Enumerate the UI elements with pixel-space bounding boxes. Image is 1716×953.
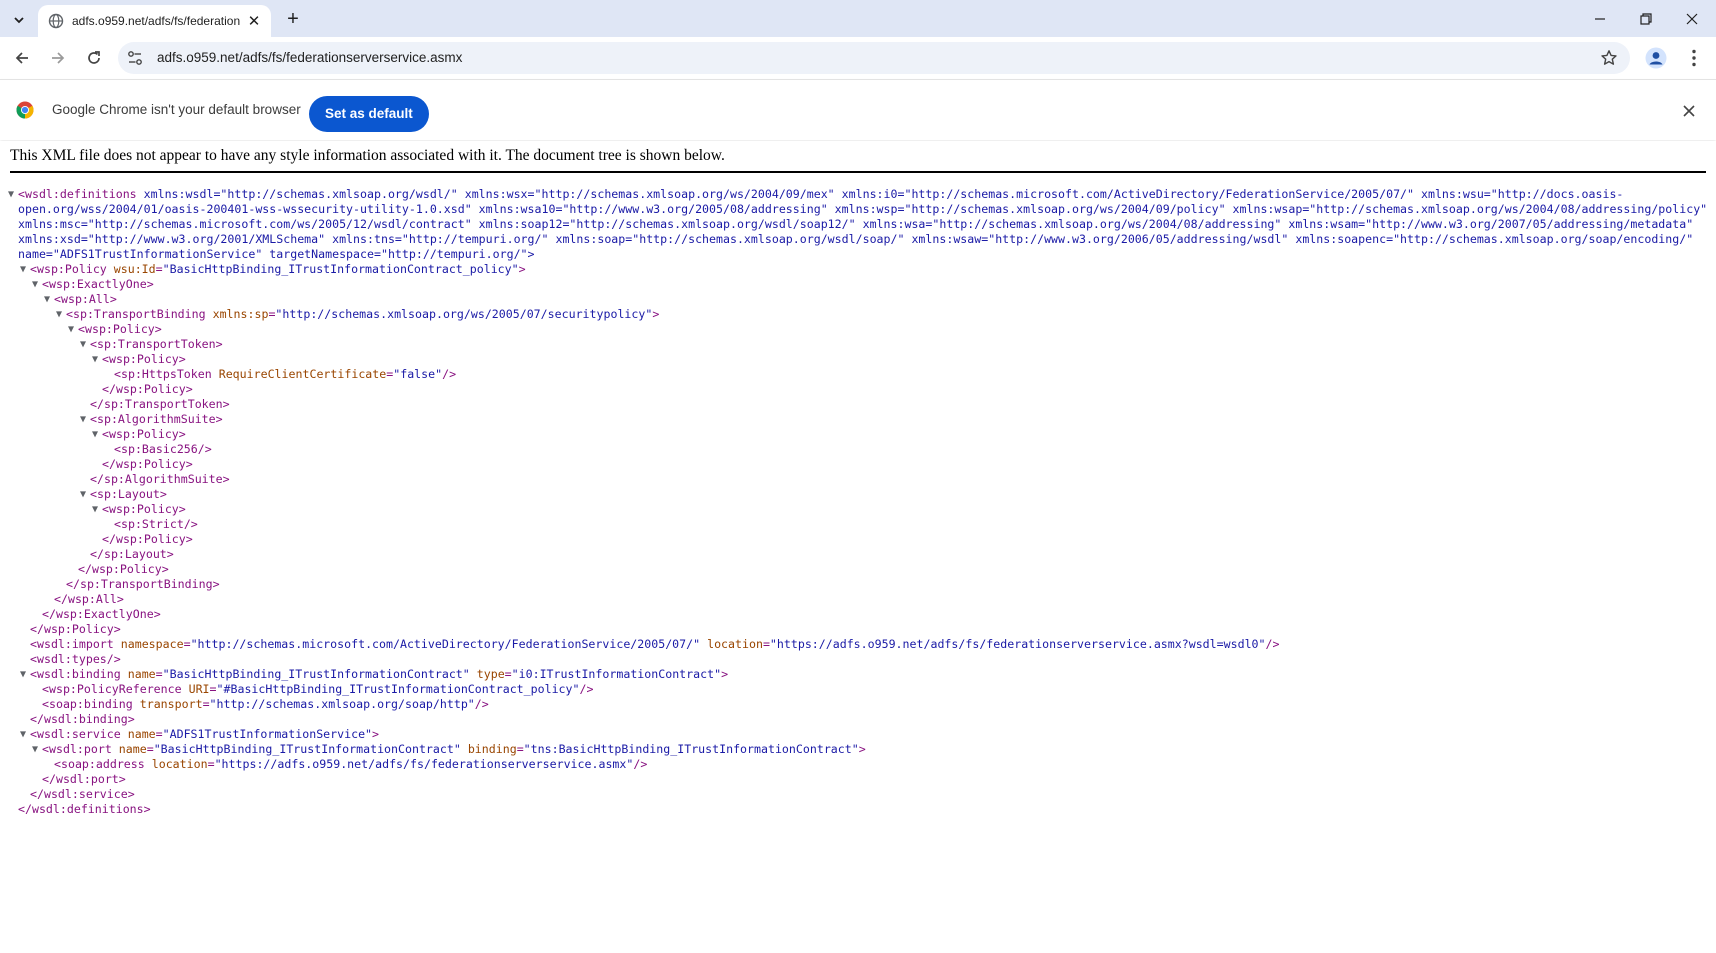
xml-line: <sp:Strict/> <box>114 517 198 531</box>
reload-icon[interactable] <box>79 43 109 73</box>
back-arrow-icon[interactable] <box>7 43 37 73</box>
xml-line: <wsdl:types/> <box>30 652 121 666</box>
xml-line: <sp:HttpsToken RequireClientCertificate=… <box>114 367 457 381</box>
collapse-triangle-icon[interactable]: ▼ <box>32 742 38 757</box>
xml-line: </sp:TransportToken> <box>90 397 230 411</box>
url-text[interactable]: adfs.o959.net/adfs/fs/federationserverse… <box>157 50 462 66</box>
collapse-triangle-icon[interactable]: ▼ <box>44 292 50 307</box>
collapse-triangle-icon[interactable]: ▼ <box>20 667 26 682</box>
globe-icon <box>48 13 64 29</box>
xml-line: </wsdl:binding> <box>30 712 135 726</box>
page-content: This XML file does not appear to have an… <box>0 141 1716 953</box>
xml-line: ▼ <wsp:Policy> <box>68 322 162 337</box>
xml-line: ▼ <wsp:Policy> <box>92 427 186 442</box>
xml-line: </wsp:Policy> <box>30 622 121 636</box>
xml-line: </wsdl:service> <box>30 787 135 801</box>
collapse-triangle-icon[interactable]: ▼ <box>92 502 98 517</box>
collapse-triangle-icon[interactable]: ▼ <box>8 187 14 202</box>
collapse-triangle-icon[interactable]: ▼ <box>32 277 38 292</box>
xml-tag: <wsdl:definitions <box>18 187 144 201</box>
xml-line: </wsp:Policy> <box>78 562 169 576</box>
collapse-triangle-icon[interactable]: ▼ <box>80 412 86 427</box>
xml-line: ▼ <wsdl:port name="BasicHttpBinding_ITrus… <box>32 742 866 757</box>
xml-line: </wsdl:definitions> <box>18 802 151 816</box>
collapse-triangle-icon[interactable]: ▼ <box>80 487 86 502</box>
collapse-triangle-icon[interactable]: ▼ <box>56 307 62 322</box>
xml-style-notice: This XML file does not appear to have an… <box>10 147 1706 173</box>
new-tab-plus-icon[interactable]: + <box>282 8 304 30</box>
collapse-triangle-icon[interactable]: ▼ <box>68 322 74 337</box>
xml-line: ▼ <wsp:Policy wsu:Id="BasicHttpBinding_IT… <box>20 262 526 277</box>
collapse-triangle-icon[interactable]: ▼ <box>20 727 26 742</box>
tab-close-icon[interactable]: ✕ <box>245 12 263 30</box>
forward-arrow-icon[interactable] <box>43 43 73 73</box>
xml-line: ▼ <wsp:All> <box>44 292 117 307</box>
xml-line: </wsdl:port> <box>42 772 126 786</box>
restore-icon[interactable] <box>1623 0 1669 37</box>
minimize-icon[interactable] <box>1577 0 1623 37</box>
profile-avatar-icon[interactable] <box>1645 47 1667 69</box>
xml-line: </wsp:ExactlyOne> <box>42 607 161 621</box>
xml-line: ▼ <wsdl:binding name="BasicHttpBinding_IT… <box>20 667 729 682</box>
xml-definitions-attrs: xmlns:wsdl="http://schemas.xmlsoap.org/w… <box>18 187 1708 261</box>
xml-line: </wsp:Policy> <box>102 532 193 546</box>
xml-line: </sp:AlgorithmSuite> <box>90 472 230 486</box>
xml-line: </sp:TransportBinding> <box>66 577 220 591</box>
xml-line: </sp:Layout> <box>90 547 174 561</box>
xml-document-tree: ▼ <wsdl:definitions xmlns:wsdl="http://sc… <box>8 187 1708 817</box>
xml-line: ▼ <sp:Layout> <box>80 487 167 502</box>
tab-title: adfs.o959.net/adfs/fs/federation <box>72 14 241 28</box>
xml-line: </wsp:Policy> <box>102 382 193 396</box>
site-info-tune-icon[interactable] <box>126 49 144 67</box>
tab-search-chevron-icon[interactable] <box>6 7 32 33</box>
window-close-icon[interactable] <box>1669 0 1715 37</box>
tab-strip: adfs.o959.net/adfs/fs/federation ✕ + <box>0 0 1716 37</box>
xml-line: ▼ <wsdl:definitions xmlns:wsdl="http://sc… <box>8 187 1708 262</box>
xml-line: <wsp:PolicyReference URI="#BasicHttpBind… <box>42 682 594 696</box>
browser-tab[interactable]: adfs.o959.net/adfs/fs/federation ✕ <box>38 5 271 37</box>
xml-line: ▼ <wsdl:service name="ADFS1TrustInformati… <box>20 727 380 742</box>
bookmark-star-icon[interactable] <box>1600 49 1618 67</box>
xml-line: <wsdl:import namespace="http://schemas.m… <box>30 637 1280 651</box>
xml-line: ▼ <sp:AlgorithmSuite> <box>80 412 223 427</box>
xml-line: <soap:binding transport="http://schemas.… <box>42 697 489 711</box>
xml-line: ▼ <wsp:ExactlyOne> <box>32 277 154 292</box>
infobar-close-icon[interactable] <box>1681 103 1697 119</box>
chrome-logo-icon <box>16 101 34 119</box>
collapse-triangle-icon[interactable]: ▼ <box>20 262 26 277</box>
xml-line: </wsp:Policy> <box>102 457 193 471</box>
collapse-triangle-icon[interactable]: ▼ <box>92 352 98 367</box>
collapse-triangle-icon[interactable]: ▼ <box>92 427 98 442</box>
kebab-menu-icon[interactable] <box>1683 47 1705 69</box>
xml-line: ▼ <wsp:Policy> <box>92 502 186 517</box>
xml-line: </wsp:All> <box>54 592 124 606</box>
xml-line: ▼ <sp:TransportBinding xmlns:sp="http://s… <box>56 307 660 322</box>
xml-line: ▼ <sp:TransportToken> <box>80 337 223 352</box>
default-browser-infobar: Google Chrome isn't your default browser… <box>0 79 1716 140</box>
set-as-default-button[interactable]: Set as default <box>309 96 429 132</box>
collapse-triangle-icon[interactable]: ▼ <box>80 337 86 352</box>
infobar-message: Google Chrome isn't your default browser <box>52 102 301 117</box>
browser-toolbar: adfs.o959.net/adfs/fs/federationserverse… <box>0 37 1716 79</box>
xml-line: <sp:Basic256/> <box>114 442 212 456</box>
xml-line: ▼ <wsp:Policy> <box>92 352 186 367</box>
xml-line: <soap:address location="https://adfs.o95… <box>54 757 648 771</box>
address-bar[interactable]: adfs.o959.net/adfs/fs/federationserverse… <box>118 42 1630 74</box>
